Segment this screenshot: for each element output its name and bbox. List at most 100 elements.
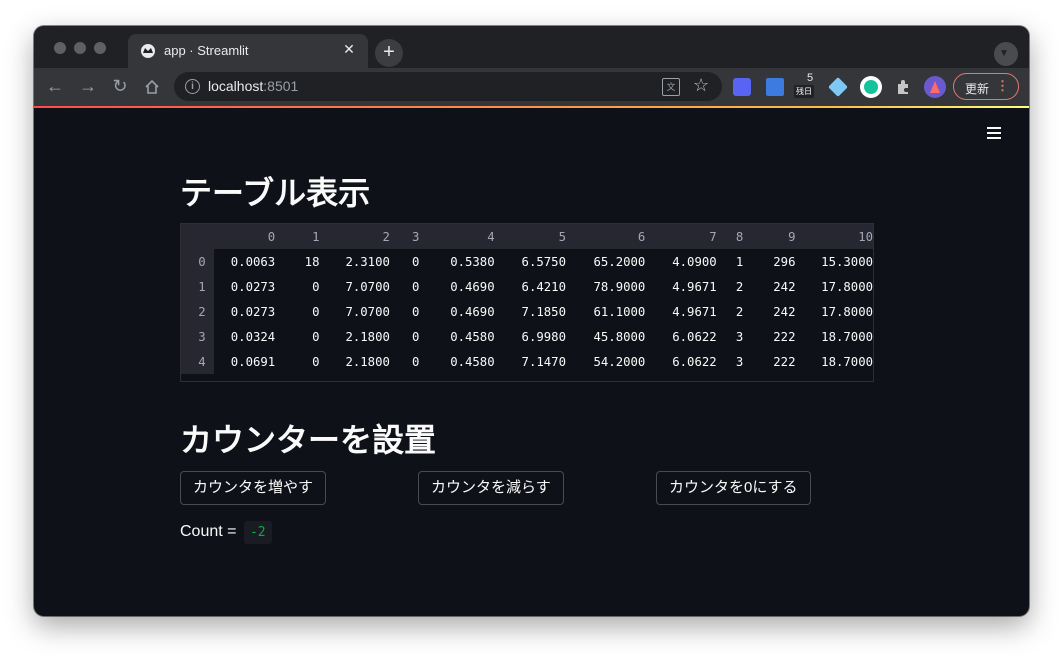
forward-icon[interactable]: → — [76, 76, 100, 97]
hamburger-menu-icon[interactable] — [987, 127, 1001, 142]
table-cell[interactable]: 242 — [743, 274, 795, 299]
table-cell[interactable]: 0.0273 — [214, 299, 275, 324]
table-cell[interactable]: 0 — [275, 299, 319, 324]
table-cell[interactable]: 0.5380 — [419, 249, 494, 274]
gem-extension-icon[interactable] — [828, 77, 848, 97]
table-cell[interactable]: 242 — [743, 299, 795, 324]
url-text[interactable]: localhost:8501 — [208, 78, 298, 94]
row-index: 3 — [181, 324, 214, 349]
reset-button[interactable]: カウンタを0にする — [656, 471, 811, 505]
column-header[interactable]: 1 — [275, 224, 320, 249]
column-header[interactable]: 0 — [213, 224, 276, 249]
table-cell[interactable]: 0.4690 — [419, 274, 494, 299]
maximize-window-dot[interactable] — [94, 42, 106, 54]
table-cell[interactable]: 17.8000 — [796, 274, 873, 299]
column-header[interactable]: 8 — [716, 224, 744, 249]
close-tab-icon[interactable]: ✕ — [340, 41, 358, 58]
address-bar[interactable]: i localhost:8501 文 ☆ — [174, 72, 722, 101]
puzzle-icon[interactable] — [895, 79, 911, 95]
column-header[interactable]: 2 — [319, 224, 390, 249]
table-cell[interactable]: 0 — [390, 349, 419, 374]
table-cell[interactable]: 0.0273 — [214, 274, 275, 299]
column-header[interactable]: 10 — [795, 224, 873, 249]
column-header[interactable]: 5 — [494, 224, 566, 249]
table-cell[interactable]: 2.3100 — [319, 249, 389, 274]
update-button[interactable]: 更新 ⋮ — [953, 73, 1019, 100]
grammarly-icon[interactable] — [860, 76, 882, 98]
browser-tab[interactable]: app · Streamlit ✕ — [128, 34, 368, 68]
table-cell[interactable]: 6.9980 — [495, 324, 566, 349]
increment-button[interactable]: カウンタを増やす — [180, 471, 327, 505]
table-cell[interactable]: 15.3000 — [796, 249, 873, 274]
chat-extension-icon[interactable] — [733, 78, 751, 96]
table-cell[interactable]: 7.0700 — [319, 274, 389, 299]
translate-icon[interactable]: 文 — [662, 78, 680, 96]
table-cell[interactable]: 6.0622 — [645, 324, 716, 349]
table-cell[interactable]: 0 — [390, 299, 419, 324]
table-cell[interactable]: 2.1800 — [319, 349, 389, 374]
table-cell[interactable]: 2 — [717, 274, 743, 299]
new-tab-button[interactable]: + — [375, 39, 403, 67]
table-cell[interactable]: 0 — [390, 274, 419, 299]
table-cell[interactable]: 222 — [743, 324, 795, 349]
reload-icon[interactable]: ↻ — [108, 76, 132, 97]
table-cell[interactable]: 0.0324 — [214, 324, 275, 349]
table-cell[interactable]: 2 — [717, 299, 743, 324]
column-header[interactable]: 9 — [743, 224, 796, 249]
table-cell[interactable]: 222 — [743, 349, 795, 374]
decrement-button[interactable]: カウンタを減らす — [418, 471, 564, 505]
home-icon[interactable] — [144, 79, 160, 95]
table-cell[interactable]: 0 — [275, 274, 319, 299]
table-cell[interactable]: 0 — [275, 324, 319, 349]
table-cell[interactable]: 65.2000 — [566, 249, 645, 274]
table-cell[interactable]: 7.0700 — [319, 299, 389, 324]
table-cell[interactable]: 61.1000 — [566, 299, 645, 324]
profile-avatar[interactable] — [924, 76, 946, 98]
table-cell[interactable]: 0.4690 — [419, 299, 494, 324]
streamlit-decoration-bar — [34, 106, 1029, 108]
index-header-cell — [181, 224, 214, 249]
table-cell[interactable]: 4.0900 — [645, 249, 716, 274]
column-header[interactable]: 7 — [645, 224, 717, 249]
table-cell[interactable]: 54.2000 — [566, 349, 645, 374]
table-cell[interactable]: 78.9000 — [566, 274, 645, 299]
table-cell[interactable]: 18.7000 — [796, 349, 873, 374]
more-menu-icon[interactable]: ⋮ — [996, 78, 1009, 94]
table-cell[interactable]: 7.1850 — [495, 299, 566, 324]
expand-extension-icon[interactable] — [766, 78, 784, 96]
table-cell[interactable]: 0.0691 — [214, 349, 275, 374]
table-cell[interactable]: 3 — [717, 349, 743, 374]
table-cell[interactable]: 0 — [275, 349, 319, 374]
table-cell[interactable]: 18.7000 — [796, 324, 873, 349]
table-cell[interactable]: 4.9671 — [645, 299, 716, 324]
tab-search-button[interactable]: ▼ — [994, 42, 1018, 66]
table-cell[interactable]: 0.0063 — [214, 249, 275, 274]
table-cell[interactable]: 45.8000 — [566, 324, 645, 349]
info-icon[interactable]: i — [185, 79, 200, 94]
table-cell[interactable]: 6.5750 — [495, 249, 566, 274]
table-cell[interactable]: 7.1470 — [495, 349, 566, 374]
table-cell[interactable]: 0 — [390, 249, 419, 274]
table-cell[interactable]: 4.9671 — [645, 274, 716, 299]
table-cell[interactable]: 0 — [390, 324, 419, 349]
table-cell[interactable]: 17.8000 — [796, 299, 873, 324]
table-cell[interactable]: 1 — [717, 249, 743, 274]
dataframe[interactable]: 0 1 2 3 4 5 6 7 8 9 10 0 0.0063 18 2.3100 0 0… — [180, 223, 874, 382]
count-value: -2 — [243, 521, 272, 544]
table-cell[interactable]: 0.4580 — [419, 324, 494, 349]
table-cell[interactable]: 6.4210 — [495, 274, 566, 299]
minimize-window-dot[interactable] — [74, 42, 86, 54]
column-header[interactable]: 3 — [389, 224, 420, 249]
table-cell[interactable]: 18 — [275, 249, 320, 274]
table-cell[interactable]: 2.1800 — [319, 324, 389, 349]
column-header[interactable]: 4 — [419, 224, 495, 249]
badge-count[interactable]: 5 — [800, 72, 820, 84]
table-cell[interactable]: 0.4580 — [419, 349, 494, 374]
close-window-dot[interactable] — [54, 42, 66, 54]
column-header[interactable]: 6 — [565, 224, 646, 249]
table-cell[interactable]: 6.0622 — [645, 349, 716, 374]
table-cell[interactable]: 3 — [717, 324, 743, 349]
star-icon[interactable]: ☆ — [693, 75, 709, 96]
back-icon[interactable]: ← — [43, 76, 67, 97]
table-cell[interactable]: 296 — [743, 249, 795, 274]
